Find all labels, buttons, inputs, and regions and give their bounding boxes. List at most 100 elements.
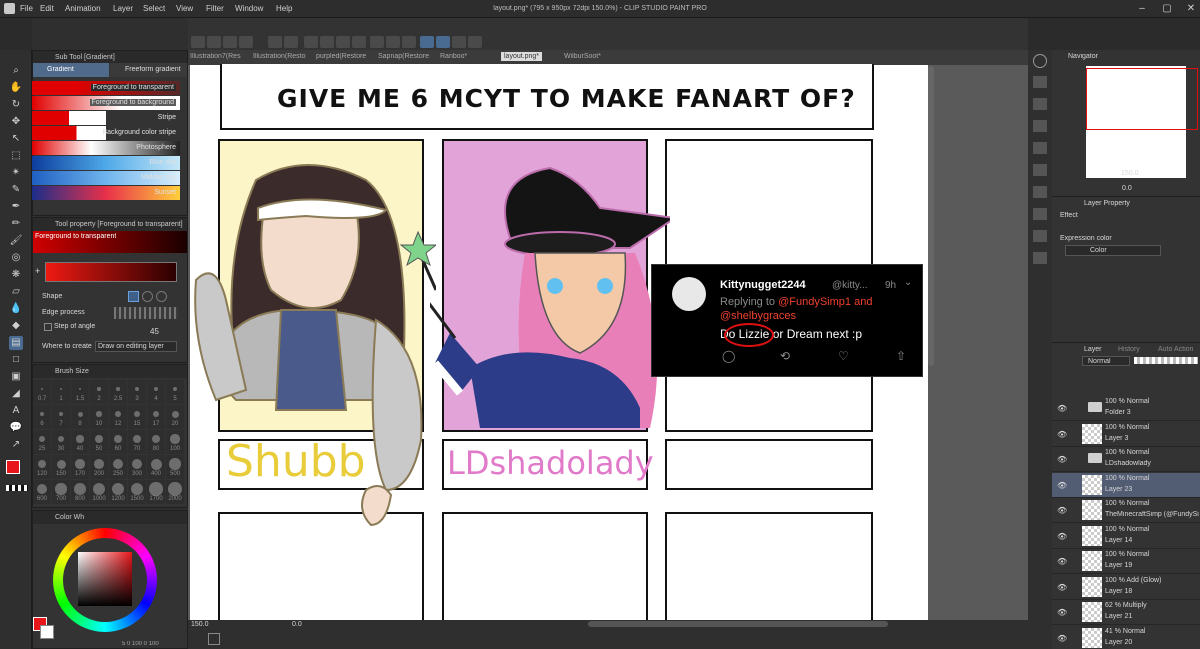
brush-size-option[interactable]: 250 [109,455,127,479]
brush-size-option[interactable]: 70 [128,430,146,454]
brush-size-option[interactable]: 40 [71,430,89,454]
brush-size-option[interactable]: 10 [90,405,108,429]
clip-studio-icon[interactable] [191,36,205,48]
hand-tool-icon[interactable]: ✋ [9,81,23,95]
brush-size-option[interactable]: 3 [128,380,146,404]
expression-color-select[interactable]: Color [1065,245,1161,256]
brush-size-option[interactable]: 1000 [90,480,108,504]
move-tool-icon[interactable]: ✥ [9,115,23,129]
subtool-tab-freeform[interactable]: Freeform gradient [110,63,187,77]
layer-row[interactable]: 👁 100 % Normal Folder 3 [1052,396,1200,421]
grid-icon[interactable] [468,36,482,48]
pointer-tool-icon[interactable]: ↖ [9,132,23,146]
gradient-preset-bg-stripe[interactable]: Background color stripe [32,126,180,140]
brush-size-option[interactable]: 300 [128,455,146,479]
brush-size-option[interactable]: 8 [71,405,89,429]
panel-icon[interactable] [1033,252,1047,264]
eye-icon[interactable]: 👁 [1057,455,1067,464]
eye-icon[interactable]: 👁 [1057,557,1067,566]
transparent-color-swatch[interactable] [6,485,28,491]
panel-icon[interactable] [1033,120,1047,132]
brush-size-option[interactable]: 50 [90,430,108,454]
panel-icon[interactable] [1033,208,1047,220]
redo-icon[interactable] [284,36,298,48]
where-to-create-select[interactable]: Draw on editing layer [95,341,177,352]
brush-size-option[interactable]: 120 [33,455,51,479]
panel-icon[interactable] [1033,142,1047,154]
vertical-scrollbar[interactable] [928,66,934,366]
figure-tool-icon[interactable]: □ [9,353,23,367]
gradient-preset-fg-bg[interactable]: Foreground to background [32,96,180,110]
brush-size-option[interactable]: 20 [166,405,184,429]
new-file-icon[interactable] [207,36,221,48]
step-of-angle-checkbox[interactable] [44,323,52,331]
ruler-settings-icon[interactable] [452,36,466,48]
brush-size-option[interactable]: 1 [52,380,70,404]
zoom-tool-icon[interactable]: ⌕ [9,64,23,78]
panel-icon[interactable] [1033,98,1047,110]
gradient-preset-stripe[interactable]: Stripe [32,111,180,125]
shape-ellipse-button[interactable] [156,291,167,302]
brush-size-option[interactable]: 2 [90,380,108,404]
add-stop-icon[interactable]: + [35,266,40,276]
panel-icon[interactable] [1033,230,1047,242]
eye-icon[interactable]: 👁 [1057,583,1067,592]
status-angle[interactable]: 0.0 [292,621,302,628]
brush-size-option[interactable]: 1.5 [71,380,89,404]
doc-tab-active[interactable]: layout.png* [501,52,543,61]
layer-row[interactable]: 👁 41 % Normal Layer 20 [1052,626,1200,649]
brush-size-option[interactable]: 200 [90,455,108,479]
doc-tab[interactable]: Ranboo* [440,53,467,60]
doc-tab[interactable]: purpled(Restore [316,53,366,60]
transform-icon[interactable] [336,36,350,48]
blend-mode-select[interactable]: Normal [1082,356,1130,366]
gradient-preset-photosphere[interactable]: Photosphere [32,141,180,155]
brush-size-option[interactable]: 600 [33,480,51,504]
brush-size-option[interactable]: 4 [147,380,165,404]
layer-row[interactable]: 👁 100 % Add (Glow) Layer 18 [1052,575,1200,600]
clear-icon[interactable] [304,36,318,48]
status-zoom[interactable]: 150.0 [191,621,209,628]
doc-tab[interactable]: Illustration7(Res [190,53,241,60]
brush-size-option[interactable]: 2000 [166,480,184,504]
brush-size-option[interactable]: 100 [166,430,184,454]
doc-tab[interactable]: Sapnap(Restore [378,53,429,60]
gradient-preset-fg-transparent[interactable]: Foreground to transparent [32,81,180,95]
main-color-swatch[interactable] [6,460,20,474]
brush-tool-icon[interactable]: 🖌 [9,234,23,248]
edge-process-buttons[interactable] [114,307,178,319]
selection-tool-icon[interactable]: ⬚ [9,149,23,163]
hide-selection-icon[interactable] [370,36,384,48]
navigator-panel-icon[interactable] [1033,54,1047,68]
navigator-toggle-icon[interactable] [208,633,220,645]
layer-row[interactable]: 👁 100 % Normal TheMinecraftSimp (@FundySim… [1052,498,1200,523]
snap-special-ruler-icon[interactable] [420,36,434,48]
pen-tool-icon[interactable]: ✒ [9,200,23,214]
gradient-preset-blue-sky[interactable]: Blue sky [32,156,180,170]
layer-row[interactable]: 👁 100 % Normal Layer 23 [1052,472,1200,498]
pencil-tool-icon[interactable]: ✏ [9,217,23,231]
panel-icon[interactable] [1033,76,1047,88]
eraser-icon[interactable]: ▱ [9,285,23,299]
brush-size-option[interactable]: 6 [33,405,51,429]
eyedropper-icon[interactable]: ✎ [9,183,23,197]
layer-row[interactable]: 👁 100 % Normal LDshadowlady [1052,447,1200,472]
maximize-icon[interactable]: ▢ [1160,3,1174,15]
gradient-preset-sunset[interactable]: Sunset [32,186,180,200]
doc-tab[interactable]: Illustration(Resto [253,53,306,60]
balloon-tool-icon[interactable]: 💬 [9,421,23,435]
saturation-value-square[interactable] [78,552,132,606]
layer-tab[interactable]: Layer [1084,346,1102,353]
open-file-icon[interactable] [223,36,237,48]
decoration-icon[interactable]: ❋ [9,268,23,282]
eye-icon[interactable]: 👁 [1057,532,1067,541]
eye-icon[interactable]: 👁 [1057,430,1067,439]
layer-row[interactable]: 👁 62 % Multiply Layer 21 [1052,600,1200,625]
brush-size-option[interactable]: 2.5 [109,380,127,404]
brush-size-option[interactable]: 17 [147,405,165,429]
brush-size-option[interactable]: 800 [71,480,89,504]
brush-size-option[interactable]: 0.7 [33,380,51,404]
snap-off-icon[interactable] [386,36,400,48]
undo-icon[interactable] [268,36,282,48]
brush-size-option[interactable]: 400 [147,455,165,479]
